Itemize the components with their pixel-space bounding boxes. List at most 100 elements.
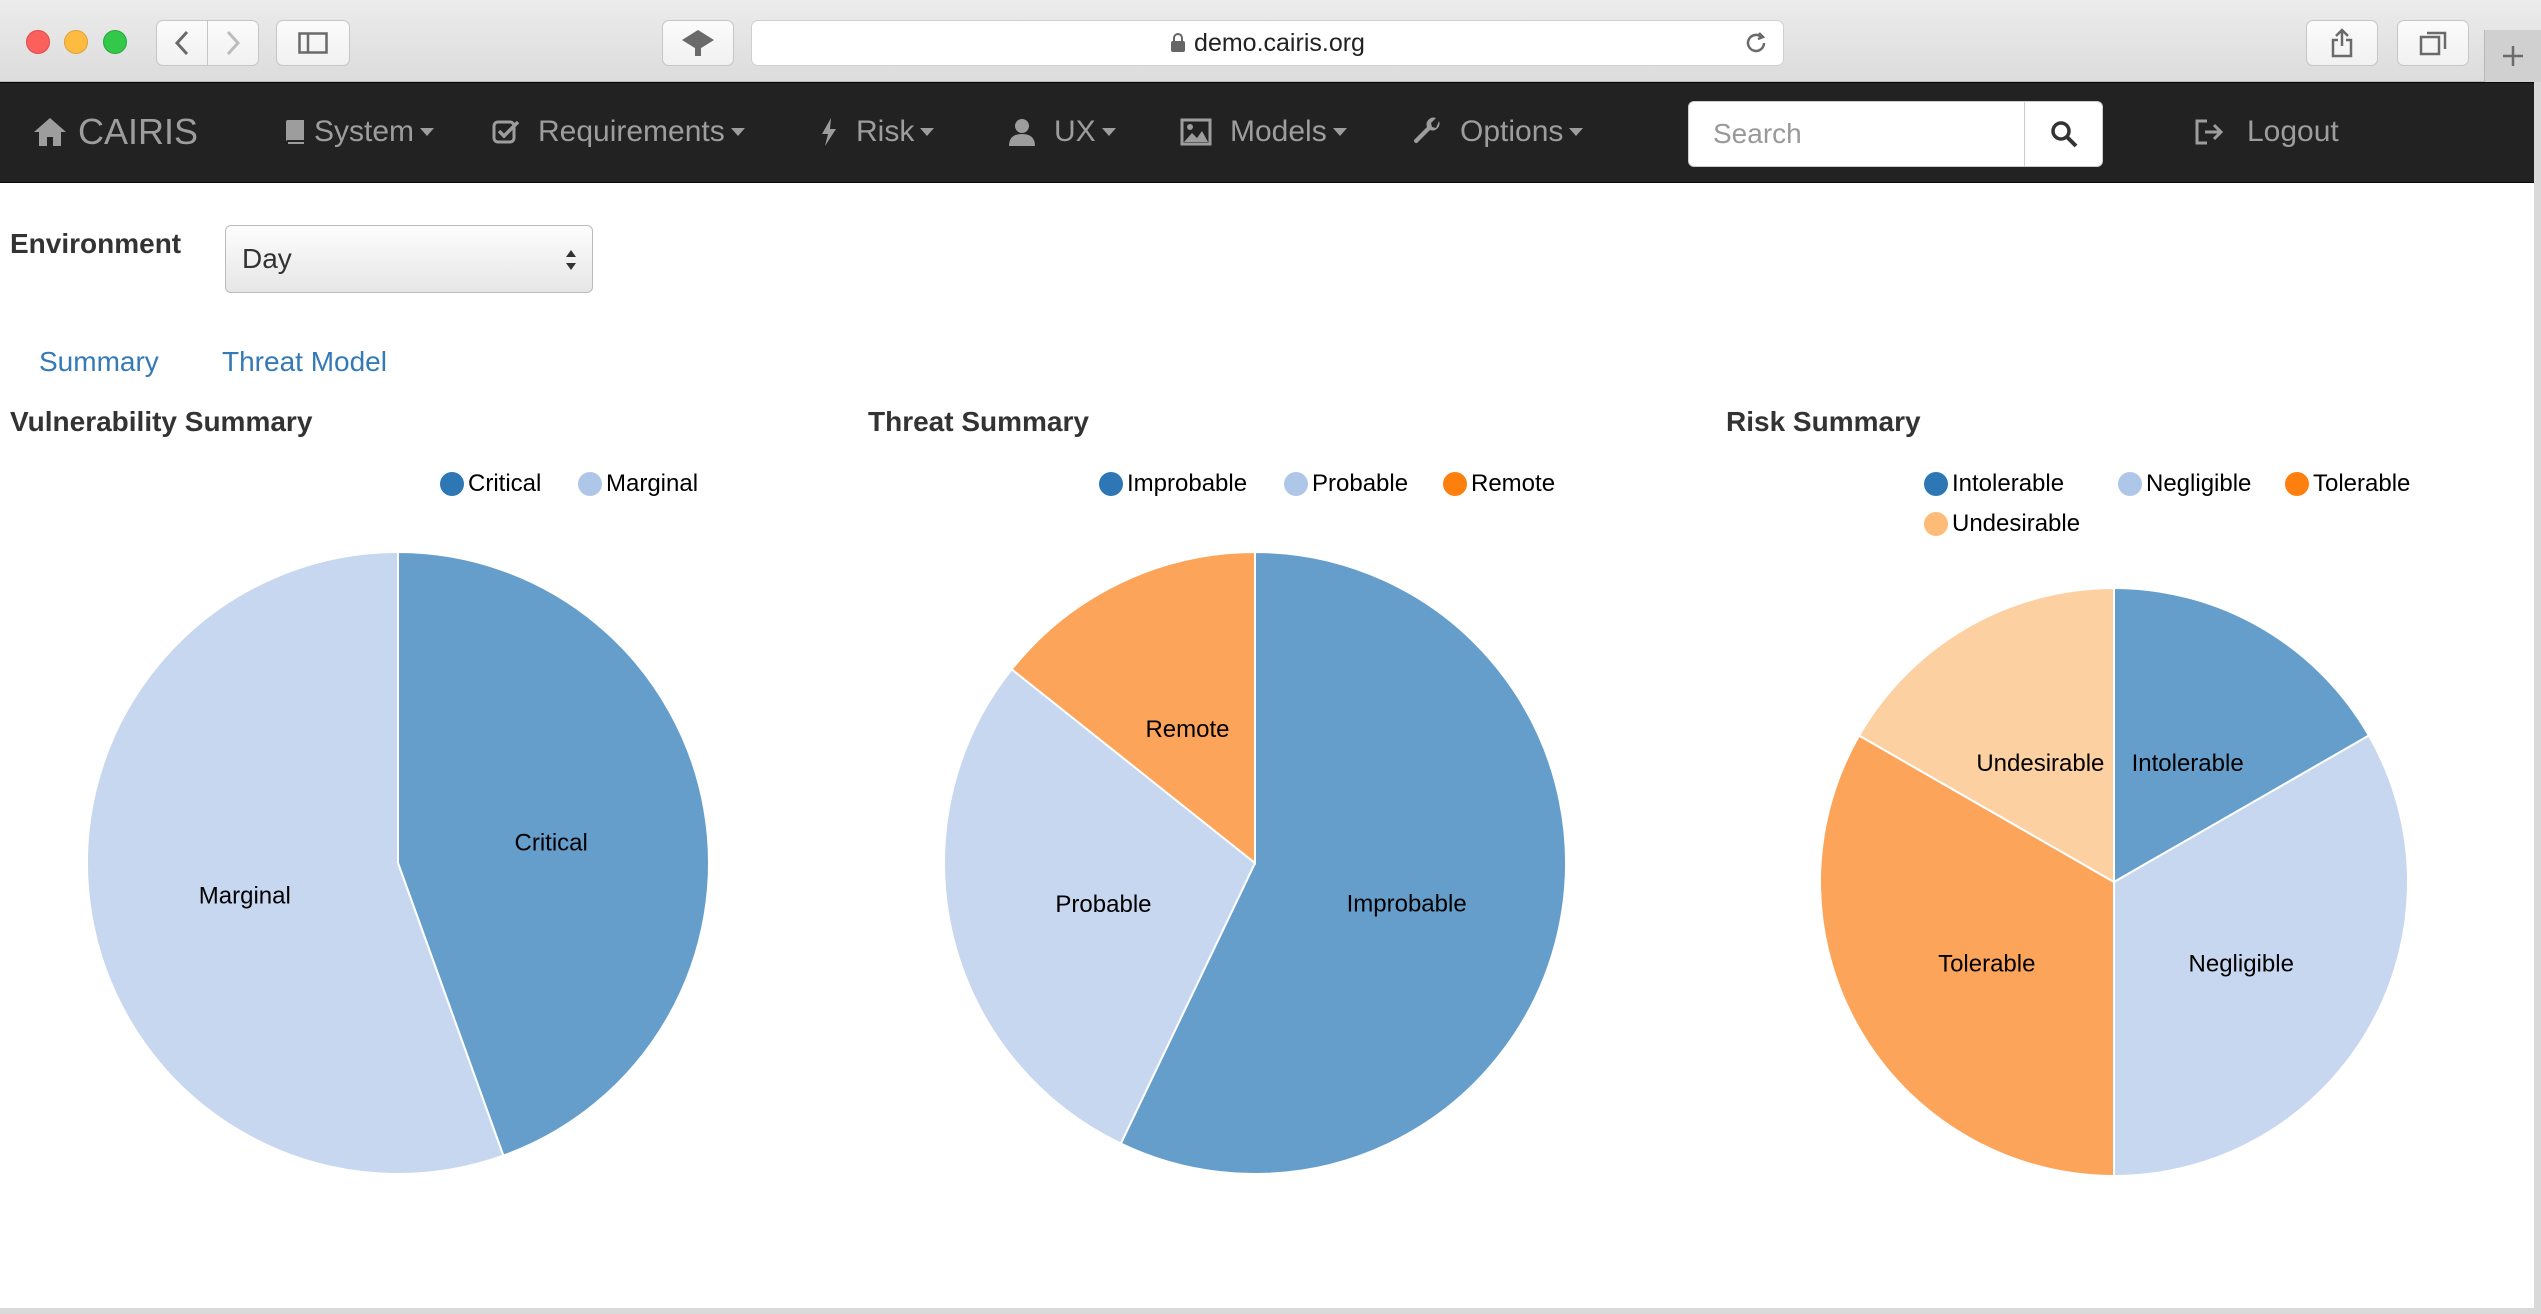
- legend-swatch: [578, 472, 602, 496]
- environment-select[interactable]: Day: [225, 225, 593, 293]
- chevron-left-icon: [174, 30, 189, 56]
- vulnerability-summary-title: Vulnerability Summary: [10, 406, 313, 437]
- legend-item: Tolerable: [2285, 470, 2410, 498]
- sidebar-icon: [298, 32, 328, 54]
- minimize-window-button[interactable]: [64, 30, 88, 54]
- graduation-cap-icon: [682, 30, 714, 56]
- sidebar-toggle-button[interactable]: [276, 20, 350, 66]
- back-button[interactable]: [156, 20, 208, 66]
- forward-button[interactable]: [207, 20, 259, 66]
- legend-swatch: [1443, 472, 1467, 496]
- picture-icon: [1180, 118, 1212, 146]
- legend-item: Intolerable: [1924, 470, 2064, 498]
- nav-ux[interactable]: UX: [1008, 115, 1116, 149]
- nav-ux-label: UX: [1054, 115, 1096, 148]
- nav-system-label: System: [314, 115, 415, 148]
- caret-down-icon: [730, 128, 745, 136]
- pie-label-improbable: Improbable: [1347, 890, 1467, 917]
- environment-label: Environment: [10, 228, 182, 259]
- reload-icon[interactable]: [1743, 30, 1769, 56]
- caret-down-icon: [920, 128, 935, 136]
- pie-label-remote: Remote: [1145, 716, 1229, 743]
- logout-link[interactable]: Logout: [2193, 115, 2339, 149]
- legend-item: Marginal: [578, 470, 698, 498]
- nav-options[interactable]: Options: [1412, 115, 1584, 149]
- show-tabs-button[interactable]: [2397, 20, 2469, 66]
- brand-name: CAIRIS: [78, 111, 199, 152]
- threat-summary-title: Threat Summary: [868, 406, 1089, 437]
- legend-label: Marginal: [606, 470, 699, 497]
- nav-requirements-label: Requirements: [538, 115, 725, 148]
- pie-label-undesirable: Undesirable: [1976, 750, 2104, 777]
- window-edge: [2534, 82, 2541, 1314]
- risk-pie-chart: Intolerable Negligible Tolerable Undesirabl…: [1819, 586, 2409, 1178]
- pie-label-negligible: Negligible: [2189, 951, 2294, 978]
- browser-toolbar: demo.cairis.org: [0, 0, 2541, 82]
- legend-label: Improbable: [1127, 470, 1248, 497]
- environment-selected-value: Day: [242, 243, 292, 274]
- legend-item: Negligible: [2118, 470, 2251, 498]
- select-arrows-icon: [566, 250, 576, 270]
- wrench-icon: [1413, 117, 1440, 144]
- share-button[interactable]: [2306, 20, 2378, 66]
- nav-requirements[interactable]: Requirements: [492, 115, 745, 149]
- tabs-icon: [2419, 31, 2447, 56]
- brand-link[interactable]: CAIRIS: [32, 111, 198, 153]
- address-bar[interactable]: demo.cairis.org: [751, 20, 1784, 66]
- legend-label: Remote: [1471, 470, 1556, 497]
- search-icon: [2050, 121, 2077, 148]
- threat-pie-chart: Improbable Probable Remote: [943, 550, 1567, 1175]
- risk-summary-title: Risk Summary: [1726, 406, 1921, 437]
- main-navbar: CAIRIS System Requirements Risk UX Model…: [0, 82, 2534, 183]
- nav-system[interactable]: System: [284, 115, 435, 149]
- user-icon: [1009, 119, 1035, 146]
- plus-icon: [2503, 46, 2523, 66]
- zoom-window-button[interactable]: [103, 30, 127, 54]
- caret-down-icon: [1332, 128, 1347, 136]
- pie-label-marginal: Marginal: [199, 883, 291, 910]
- nav-models[interactable]: Models: [1180, 115, 1347, 149]
- legend-swatch: [1284, 472, 1308, 496]
- lightning-icon: [822, 118, 836, 146]
- legend-label: Intolerable: [1952, 470, 2065, 497]
- chevron-right-icon: [226, 30, 241, 56]
- check-square-icon: [492, 120, 520, 144]
- home-icon: [34, 118, 66, 146]
- caret-down-icon: [1569, 128, 1584, 136]
- legend-swatch: [440, 472, 464, 496]
- legend-label: Tolerable: [2313, 470, 2411, 497]
- pie-label-probable: Probable: [1055, 891, 1151, 918]
- tab-summary[interactable]: Summary: [39, 346, 159, 378]
- legend-label: Undesirable: [1952, 510, 2081, 537]
- nav-models-label: Models: [1230, 115, 1327, 148]
- search-input[interactable]: [1688, 101, 2025, 167]
- legend-swatch: [1924, 512, 1948, 536]
- new-tab-button[interactable]: [2484, 30, 2541, 82]
- legend-item: Undesirable: [1924, 510, 2080, 538]
- lock-icon: [1171, 33, 1186, 52]
- book-icon: [286, 120, 304, 144]
- search-button[interactable]: [2025, 101, 2103, 167]
- legend-item: Improbable: [1099, 470, 1247, 498]
- legend-label: Negligible: [2146, 470, 2252, 497]
- legend-label: Critical: [468, 470, 542, 497]
- caret-down-icon: [1101, 128, 1116, 136]
- nav-options-label: Options: [1460, 115, 1564, 148]
- tab-threat-model[interactable]: Threat Model: [222, 346, 387, 378]
- search-form: [1688, 101, 2103, 167]
- caret-down-icon: [420, 128, 435, 136]
- share-icon: [2331, 28, 2353, 58]
- window-edge: [0, 1308, 2541, 1314]
- vulnerability-pie-chart: Critical Marginal: [86, 550, 710, 1175]
- legend-item: Critical: [440, 470, 541, 498]
- pie-label-tolerable: Tolerable: [1938, 951, 2035, 978]
- close-window-button[interactable]: [26, 30, 50, 54]
- legend-swatch: [1099, 472, 1123, 496]
- nav-risk[interactable]: Risk: [820, 115, 935, 149]
- legend-swatch: [1924, 472, 1948, 496]
- legend-item: Probable: [1284, 470, 1408, 498]
- extension-button[interactable]: [662, 20, 734, 66]
- pie-label-critical: Critical: [515, 829, 588, 856]
- nav-risk-label: Risk: [856, 115, 915, 148]
- logout-icon: [2195, 119, 2224, 145]
